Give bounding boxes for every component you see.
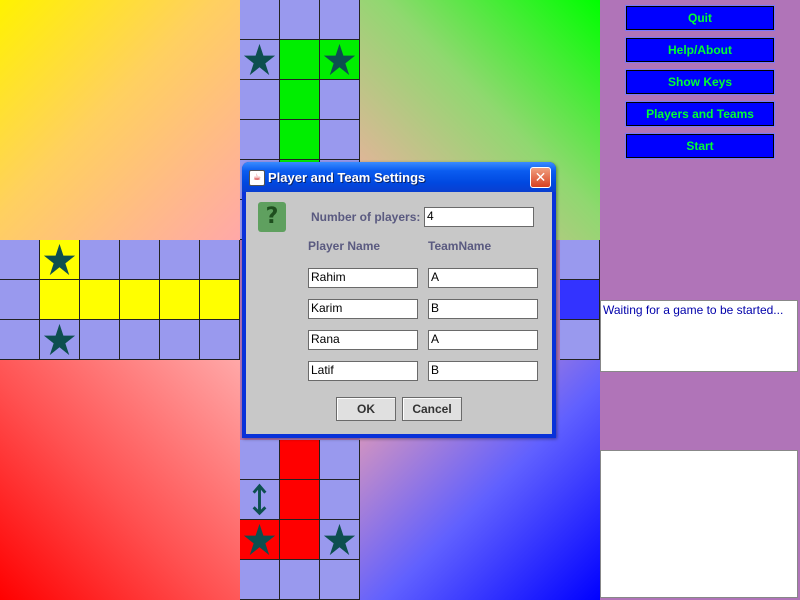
track-cell[interactable] xyxy=(0,320,40,360)
star-icon xyxy=(243,523,276,556)
help-about-button[interactable]: Help/About xyxy=(625,37,775,63)
team-name-header: TeamName xyxy=(428,239,492,253)
player-name-input[interactable]: Rana xyxy=(308,330,418,350)
track-cell[interactable] xyxy=(40,240,80,280)
star-icon xyxy=(43,243,76,276)
track-cell[interactable] xyxy=(560,280,600,320)
track-cell[interactable] xyxy=(40,320,80,360)
track-cell[interactable] xyxy=(280,520,320,560)
track-cell[interactable] xyxy=(120,240,160,280)
track-cell[interactable] xyxy=(0,240,40,280)
track-cell[interactable] xyxy=(200,280,240,320)
close-button[interactable]: ✕ xyxy=(530,167,551,188)
dialog-title: Player and Team Settings xyxy=(268,170,426,185)
star-icon xyxy=(323,523,356,556)
red-home xyxy=(0,360,240,600)
track-cell[interactable] xyxy=(80,280,120,320)
track-cell[interactable] xyxy=(80,320,120,360)
question-icon: ? xyxy=(258,202,286,232)
star-icon xyxy=(243,43,276,76)
player-name-input[interactable]: Latif xyxy=(308,361,418,381)
players-and-teams-button[interactable]: Players and Teams xyxy=(625,101,775,127)
track-cell[interactable] xyxy=(320,40,360,80)
track-cell[interactable] xyxy=(240,0,280,40)
track-cell[interactable] xyxy=(280,480,320,520)
track-cell[interactable] xyxy=(280,0,320,40)
track-cell[interactable] xyxy=(280,40,320,80)
track-cell[interactable] xyxy=(120,320,160,360)
status-message: Waiting for a game to be started... xyxy=(600,300,798,372)
quit-button[interactable]: Quit xyxy=(625,5,775,31)
track-cell[interactable] xyxy=(200,320,240,360)
track-cell[interactable] xyxy=(280,120,320,160)
track-cell[interactable] xyxy=(160,320,200,360)
track-cell[interactable] xyxy=(320,560,360,600)
track-cell[interactable] xyxy=(320,480,360,520)
track-cell[interactable] xyxy=(240,40,280,80)
track-cell[interactable] xyxy=(320,0,360,40)
track-cell[interactable] xyxy=(240,440,280,480)
arrow-icon xyxy=(252,483,267,516)
ok-button[interactable]: OK xyxy=(336,397,396,421)
num-players-label: Number of players: xyxy=(311,210,421,224)
player-name-input[interactable]: Rahim xyxy=(308,268,418,288)
player-team-settings-dialog: ☕ Player and Team Settings ✕ ? Number of… xyxy=(242,162,556,438)
info-panel xyxy=(600,450,798,598)
player-name-input[interactable]: Karim xyxy=(308,299,418,319)
track-cell[interactable] xyxy=(160,240,200,280)
track-cell[interactable] xyxy=(280,560,320,600)
star-icon xyxy=(323,43,356,76)
track-cell[interactable] xyxy=(240,560,280,600)
start-button[interactable]: Start xyxy=(625,133,775,159)
track-cell[interactable] xyxy=(560,240,600,280)
track-cell[interactable] xyxy=(320,520,360,560)
dialog-content: ? Number of players: 4 Player Name TeamN… xyxy=(246,192,552,434)
track-cell[interactable] xyxy=(120,280,160,320)
yellow-home xyxy=(0,0,240,240)
track-cell[interactable] xyxy=(240,520,280,560)
track-cell[interactable] xyxy=(280,80,320,120)
track-cell[interactable] xyxy=(200,240,240,280)
track-cell[interactable] xyxy=(240,80,280,120)
track-cell[interactable] xyxy=(40,280,80,320)
track-cell[interactable] xyxy=(320,120,360,160)
track-cell[interactable] xyxy=(560,320,600,360)
player-name-header: Player Name xyxy=(308,239,381,253)
track-cell[interactable] xyxy=(160,280,200,320)
star-icon xyxy=(43,323,76,356)
track-cell[interactable] xyxy=(320,440,360,480)
track-cell[interactable] xyxy=(320,80,360,120)
track-cell[interactable] xyxy=(0,280,40,320)
team-name-input[interactable]: A xyxy=(428,330,538,350)
track-cell[interactable] xyxy=(240,480,280,520)
num-players-input[interactable]: 4 xyxy=(424,207,534,227)
track-cell[interactable] xyxy=(240,120,280,160)
cancel-button[interactable]: Cancel xyxy=(402,397,462,421)
team-name-input[interactable]: B xyxy=(428,299,538,319)
team-name-input[interactable]: B xyxy=(428,361,538,381)
java-icon: ☕ xyxy=(249,170,265,186)
team-name-input[interactable]: A xyxy=(428,268,538,288)
dialog-titlebar[interactable]: ☕ Player and Team Settings ✕ xyxy=(242,162,556,192)
show-keys-button[interactable]: Show Keys xyxy=(625,69,775,95)
track-cell[interactable] xyxy=(80,240,120,280)
track-cell[interactable] xyxy=(280,440,320,480)
